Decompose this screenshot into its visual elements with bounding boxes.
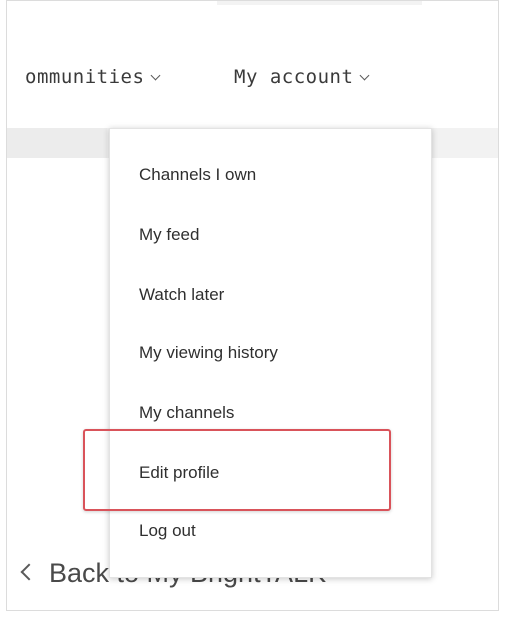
menu-item-watch-later[interactable]: Watch later — [139, 285, 224, 305]
nav-my-account[interactable]: My account — [234, 66, 370, 88]
account-dropdown-menu: Channels I own My feed Watch later My vi… — [109, 128, 432, 578]
chevron-down-icon — [359, 70, 370, 81]
subheader-band-edge — [7, 128, 107, 158]
chevron-left-icon — [20, 563, 38, 581]
chevron-down-icon — [150, 70, 161, 81]
top-strip — [217, 1, 422, 5]
menu-item-my-feed[interactable]: My feed — [139, 225, 199, 245]
menu-item-edit-profile[interactable]: Edit profile — [139, 463, 219, 483]
menu-item-channels-i-own[interactable]: Channels I own — [139, 165, 256, 185]
top-nav: ommunities My account — [7, 49, 498, 105]
screenshot-frame: ommunities My account Back to My BrightT… — [6, 0, 499, 611]
menu-item-my-viewing-history[interactable]: My viewing history — [139, 343, 278, 363]
nav-my-account-label: My account — [234, 66, 354, 88]
nav-communities[interactable]: ommunities — [25, 66, 161, 88]
nav-communities-label: ommunities — [25, 66, 145, 88]
menu-item-my-channels[interactable]: My channels — [139, 403, 234, 423]
menu-item-log-out[interactable]: Log out — [139, 521, 196, 541]
